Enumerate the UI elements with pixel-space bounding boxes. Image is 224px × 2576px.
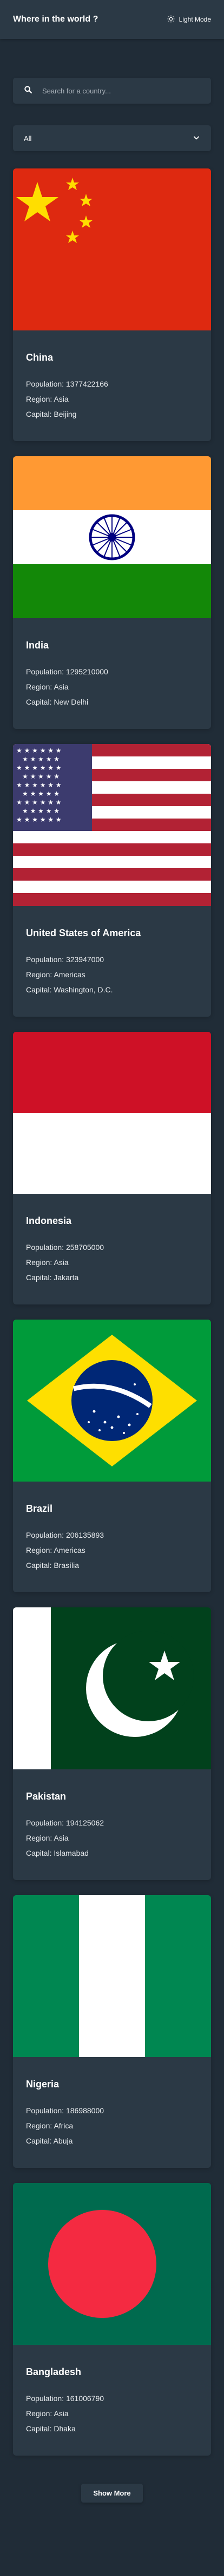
brazil-flag-icon (13, 1320, 211, 1482)
svg-text:★ ★ ★ ★ ★: ★ ★ ★ ★ ★ (22, 807, 60, 815)
india-flag-icon (13, 456, 211, 618)
usa-flag-icon: ★ ★ ★ ★ ★ ★ ★ ★ ★ ★ ★ ★ ★ ★ ★ ★ ★ ★ ★ ★ … (13, 744, 211, 906)
search-icon (24, 85, 41, 97)
sun-icon (167, 15, 175, 24)
region-stat: Region: Asia (26, 682, 69, 691)
capital-stat: Capital: Abuja (26, 2136, 73, 2145)
search-bar (13, 78, 211, 104)
china-flag-icon (13, 168, 211, 330)
region-stat: Region: Americas (26, 1546, 85, 1554)
show-more-container: Show More (0, 2484, 224, 2503)
region-stat: Region: Asia (26, 2409, 69, 2418)
capital-stat: Capital: Brasília (26, 1561, 80, 1570)
population-stat: Population: 186988000 (26, 2106, 104, 2115)
country-name: Indonesia (26, 1215, 72, 1226)
country-card[interactable]: Bangladesh Population: 161006790 Region:… (13, 2183, 211, 2456)
nigeria-flag-icon (13, 1895, 211, 2057)
svg-text:★ ★ ★ ★ ★ ★: ★ ★ ★ ★ ★ ★ (16, 781, 62, 789)
region-stat: Region: Asia (26, 395, 69, 403)
country-card[interactable]: Nigeria Population: 186988000 Region: Af… (13, 1895, 211, 2168)
country-name: Nigeria (26, 2079, 60, 2090)
region-filter-value: All (24, 134, 32, 143)
svg-text:★ ★ ★ ★ ★ ★: ★ ★ ★ ★ ★ ★ (16, 799, 62, 806)
region-stat: Region: Africa (26, 2121, 74, 2130)
capital-stat: Capital: New Delhi (26, 698, 89, 706)
indonesia-flag-icon (13, 1032, 211, 1194)
country-name: Bangladesh (26, 2367, 82, 2377)
app-header: Where in the world ? Light Mode (0, 0, 224, 39)
svg-text:★ ★ ★ ★ ★ ★: ★ ★ ★ ★ ★ ★ (16, 816, 62, 823)
theme-toggle-label: Light Mode (179, 16, 211, 23)
country-name: China (26, 352, 54, 363)
capital-stat: Capital: Islamabad (26, 1849, 89, 1857)
population-stat: Population: 323947000 (26, 955, 104, 964)
country-card[interactable]: ★ ★ ★ ★ ★ ★ ★ ★ ★ ★ ★ ★ ★ ★ ★ ★ ★ ★ ★ ★ … (13, 744, 211, 1017)
app-title: Where in the world ? (13, 15, 98, 24)
population-stat: Population: 161006790 (26, 2394, 104, 2403)
country-name: Pakistan (26, 1791, 67, 1802)
population-stat: Population: 206135893 (26, 1531, 104, 1539)
region-stat: Region: Americas (26, 970, 85, 979)
population-stat: Population: 1377422166 (26, 380, 108, 388)
theme-toggle-button[interactable]: Light Mode (167, 15, 211, 24)
svg-text:★ ★ ★ ★ ★: ★ ★ ★ ★ ★ (22, 773, 60, 780)
search-input[interactable] (41, 86, 200, 96)
capital-stat: Capital: Washington, D.C. (26, 985, 113, 994)
region-filter-dropdown[interactable]: All (13, 125, 211, 151)
population-stat: Population: 1295210000 (26, 667, 108, 676)
country-card[interactable]: India Population: 1295210000 Region: Asi… (13, 456, 211, 729)
svg-text:★ ★ ★ ★ ★: ★ ★ ★ ★ ★ (22, 790, 60, 797)
population-stat: Population: 258705000 (26, 1243, 104, 1252)
chevron-down-icon (193, 134, 200, 143)
country-card[interactable]: Pakistan Population: 194125062 Region: A… (13, 1607, 211, 1880)
country-card[interactable]: Brazil Population: 206135893 Region: Ame… (13, 1320, 211, 1592)
capital-stat: Capital: Jakarta (26, 1273, 79, 1282)
svg-text:★ ★ ★ ★ ★ ★: ★ ★ ★ ★ ★ ★ (16, 764, 62, 772)
pakistan-flag-icon (13, 1607, 211, 1769)
svg-text:★ ★ ★ ★ ★: ★ ★ ★ ★ ★ (22, 755, 60, 763)
capital-stat: Capital: Dhaka (26, 2424, 76, 2433)
capital-stat: Capital: Beijing (26, 410, 77, 418)
region-stat: Region: Asia (26, 1834, 69, 1842)
country-name: India (26, 640, 49, 651)
bangladesh-flag-icon (13, 2183, 211, 2345)
country-card[interactable]: China Population: 1377422166 Region: Asi… (13, 168, 211, 441)
svg-text:★ ★ ★ ★ ★ ★: ★ ★ ★ ★ ★ ★ (16, 747, 62, 754)
country-name: Brazil (26, 1503, 53, 1514)
country-name: United States of America (26, 928, 141, 938)
country-card[interactable]: Indonesia Population: 258705000 Region: … (13, 1032, 211, 1304)
population-stat: Population: 194125062 (26, 1818, 104, 1827)
region-stat: Region: Asia (26, 1258, 69, 1267)
country-list: China Population: 1377422166 Region: Asi… (0, 168, 224, 2456)
show-more-button[interactable]: Show More (81, 2484, 143, 2503)
